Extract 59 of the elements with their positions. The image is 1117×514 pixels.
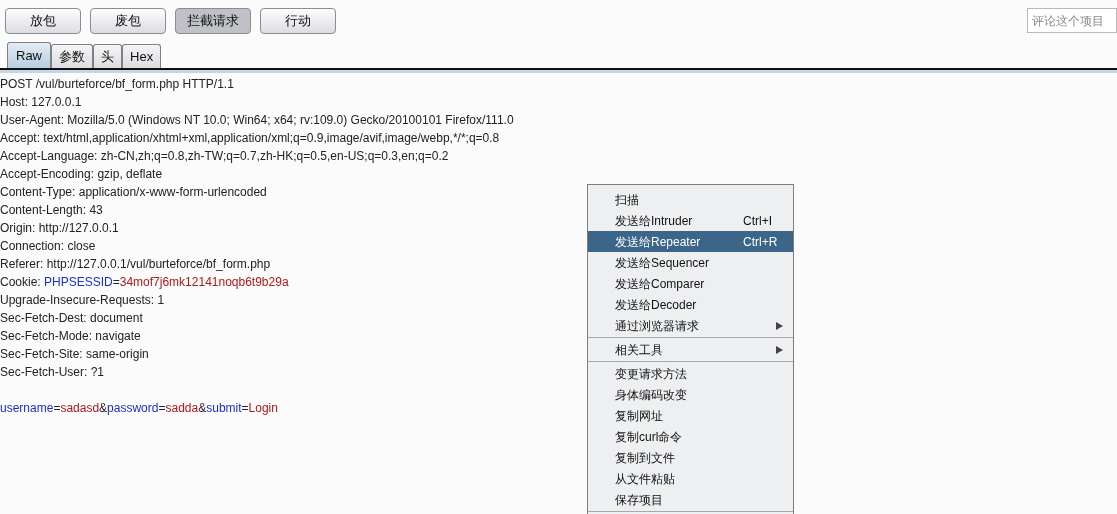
menu-item-label: 通过浏览器请求 xyxy=(615,317,700,335)
menu-item[interactable]: 变更请求方法 xyxy=(588,363,793,384)
request-line: User-Agent: Mozilla/5.0 (Windows NT 10.0; Win64; x64; rv:109.0) Gecko/20100101 Firefox/111.0 xyxy=(0,112,514,129)
shortcut-label: Ctrl+I xyxy=(743,212,773,230)
menu-item[interactable]: 发送给Decoder xyxy=(588,294,793,315)
menu-item[interactable]: 从文件粘贴 xyxy=(588,468,793,489)
menu-item[interactable]: 保存项目 xyxy=(588,489,793,510)
request-line: Connection: close xyxy=(0,238,96,255)
toolbar-button[interactable]: 废包 xyxy=(90,8,166,34)
comment-field[interactable]: 评论这个项目 xyxy=(1027,8,1117,33)
menu-item-label: 变更请求方法 xyxy=(615,365,688,383)
menu-item-label: 发送给Comparer xyxy=(615,275,706,293)
menu-item-label: 保存项目 xyxy=(615,491,664,509)
menu-item[interactable]: 复制网址 xyxy=(588,405,793,426)
request-line: POST /vul/burteforce/bf_form.php HTTP/1.1 xyxy=(0,76,234,93)
menu-item-label: 发送给Repeater xyxy=(615,233,702,251)
menu-item[interactable]: 发送给Repeater Ctrl+R xyxy=(588,231,793,252)
request-line: Cookie: PHPSESSID=34mof7j6mk12141noqb6t9b29a xyxy=(0,274,289,291)
request-line: Host: 127.0.0.1 xyxy=(0,94,82,111)
tab[interactable]: 参数 xyxy=(51,44,93,68)
menu-item[interactable]: 身体编码改变 xyxy=(588,384,793,405)
shortcut-label: Ctrl+R xyxy=(743,233,779,251)
request-line: Sec-Fetch-User: ?1 xyxy=(0,364,105,381)
request-line: Accept: text/html,application/xhtml+xml,application/xml;q=0.9,image/avif,image/webp,*/*;q=0.8 xyxy=(0,130,500,147)
request-line: Origin: http://127.0.0.1 xyxy=(0,220,119,237)
menu-item[interactable]: 扫描 xyxy=(588,189,793,210)
request-line: Accept-Encoding: gzip, deflate xyxy=(0,166,163,183)
menu-item[interactable]: 发送给Sequencer xyxy=(588,252,793,273)
request-line: username=sadasd&password=sadda&submit=Login xyxy=(0,400,278,417)
menu-item[interactable]: 复制curl命令 xyxy=(588,426,793,447)
tab[interactable]: Raw xyxy=(7,42,51,68)
request-line: Sec-Fetch-Mode: navigate xyxy=(0,328,141,345)
toolbar-button[interactable]: 拦截请求 xyxy=(175,8,251,34)
menu-item-label: 扫描 xyxy=(615,191,640,209)
menu-item-label: 复制到文件 xyxy=(615,449,676,467)
menu-item[interactable]: 发送给Intruder Ctrl+I xyxy=(588,210,793,231)
request-line: Sec-Fetch-Dest: document xyxy=(0,310,143,327)
menu-item[interactable]: 发送给Comparer xyxy=(588,273,793,294)
toolbar-button[interactable]: 放包 xyxy=(5,8,81,34)
menu-item-label: 发送给Sequencer xyxy=(615,254,711,272)
menu-item-label: 发送给Intruder xyxy=(615,212,694,230)
request-line: Content-Length: 43 xyxy=(0,202,103,219)
request-line: Accept-Language: zh-CN,zh;q=0.8,zh-TW;q=0.7,zh-HK;q=0.5,en-US;q=0.3,en;q=0.2 xyxy=(0,148,449,165)
menu-item-label: 发送给Decoder xyxy=(615,296,698,314)
menu-item-label: 身体编码改变 xyxy=(615,386,688,404)
menu-item-label: 复制网址 xyxy=(615,407,664,425)
tab[interactable]: 头 xyxy=(93,44,122,68)
menu-item-label: 复制curl命令 xyxy=(615,428,684,446)
menu-item[interactable]: 相关工具 xyxy=(588,339,793,360)
menu-item[interactable]: 通过浏览器请求 xyxy=(588,315,793,336)
menu-item[interactable]: 复制到文件 xyxy=(588,447,793,468)
menu-item-label: 相关工具 xyxy=(615,341,664,359)
request-line: Content-Type: application/x-www-form-urlencoded xyxy=(0,184,267,201)
tab[interactable]: Hex xyxy=(122,44,162,68)
request-line: Upgrade-Insecure-Requests: 1 xyxy=(0,292,165,309)
request-line: Sec-Fetch-Site: same-origin xyxy=(0,346,149,363)
menu-item-label: 从文件粘贴 xyxy=(615,470,676,488)
request-line: Referer: http://127.0.0.1/vul/burteforce/bf_form.php xyxy=(0,256,271,273)
toolbar-button[interactable]: 行动 xyxy=(260,8,336,34)
